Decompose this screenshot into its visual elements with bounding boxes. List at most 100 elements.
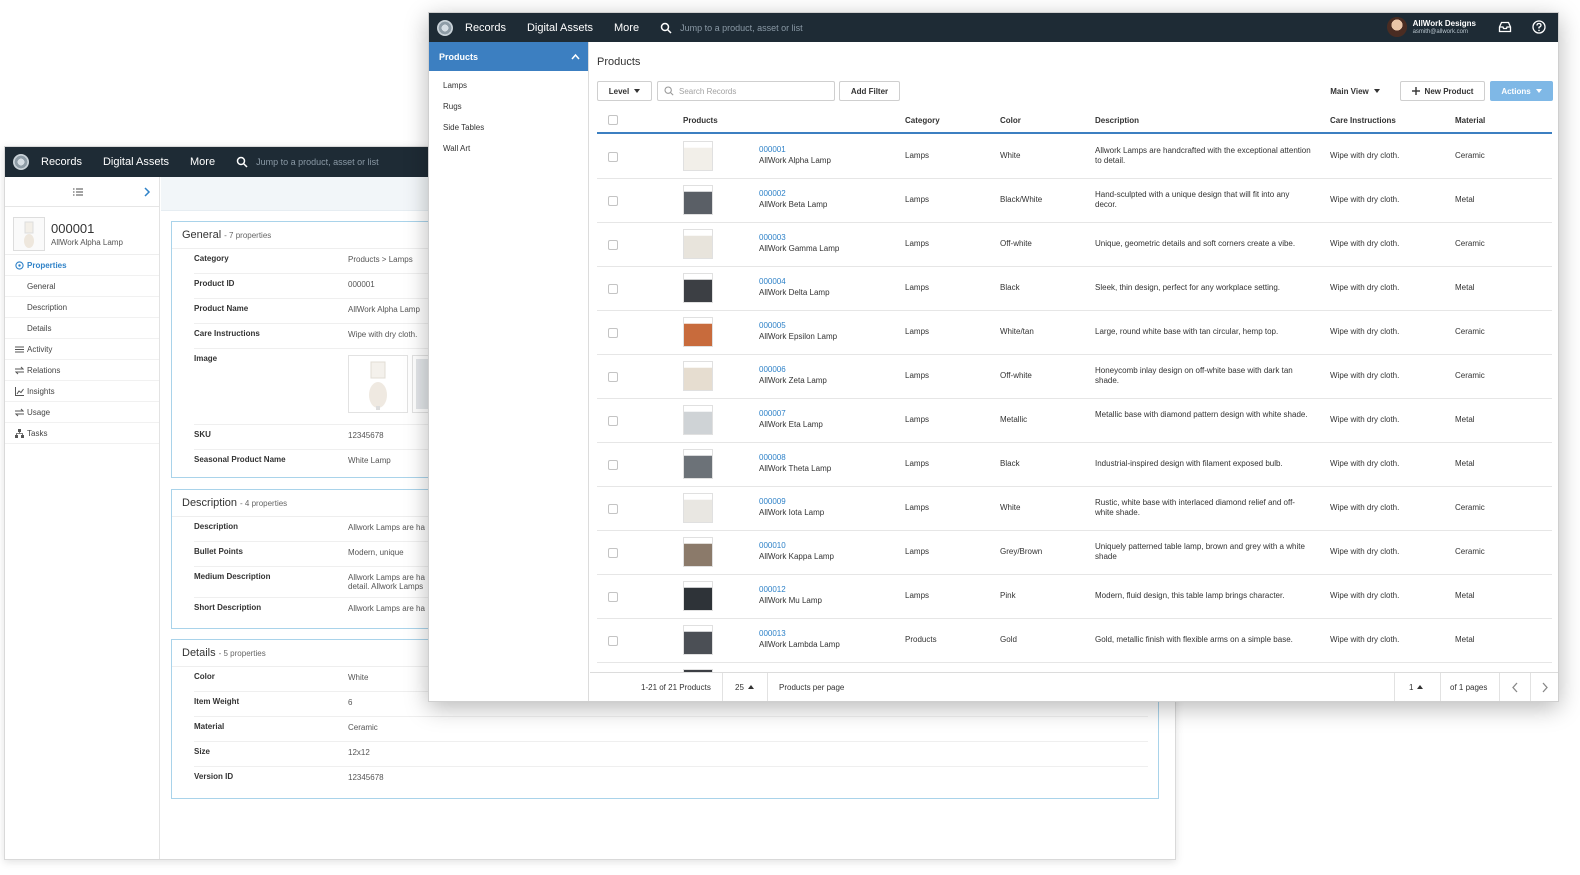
per-page-dropdown[interactable]: 25	[735, 673, 754, 701]
product-id-link[interactable]: 000003	[759, 233, 786, 242]
new-product-button[interactable]: New Product	[1400, 81, 1485, 101]
nav-activity[interactable]: Activity	[5, 339, 159, 360]
select-all-checkbox[interactable]	[608, 115, 618, 125]
row-checkbox[interactable]	[608, 372, 618, 382]
prop-value[interactable]: 12345678	[348, 773, 384, 782]
actions-dropdown[interactable]: Actions	[1490, 81, 1553, 101]
row-checkbox[interactable]	[608, 152, 618, 162]
logo-icon[interactable]	[437, 19, 453, 36]
sidebar-item-rugs[interactable]: Rugs	[429, 96, 588, 117]
row-checkbox[interactable]	[608, 548, 618, 558]
prop-value[interactable]: AllWork Alpha Lamp	[348, 305, 420, 314]
product-image[interactable]	[348, 355, 408, 413]
table-row[interactable]: 000007 AllWork Eta Lamp Lamps Metallic Metal…	[597, 399, 1552, 443]
product-id-link[interactable]: 000004	[759, 277, 786, 286]
product-id-link[interactable]: 000008	[759, 453, 786, 462]
table-row[interactable]: 000001 AllWork Alpha Lamp Lamps White Allwor…	[597, 135, 1552, 179]
product-id-link[interactable]: 000007	[759, 409, 786, 418]
nav-properties[interactable]: Properties	[5, 255, 159, 276]
product-thumbnail[interactable]	[683, 405, 713, 435]
col-category[interactable]: Category	[905, 116, 940, 125]
prop-value[interactable]: Allwork Lamps are ha	[348, 573, 425, 582]
prop-value[interactable]: 12x12	[348, 748, 370, 757]
table-row[interactable]: 000010 AllWork Kappa Lamp Lamps Grey/Brown U…	[597, 531, 1552, 575]
product-thumbnail[interactable]	[683, 141, 713, 171]
chevron-right-icon[interactable]	[1541, 682, 1549, 693]
nav-general[interactable]: General	[5, 276, 159, 297]
prop-value[interactable]: Ceramic	[348, 723, 378, 732]
chevron-right-icon[interactable]	[143, 187, 151, 197]
table-row[interactable]: 000012 AllWork Mu Lamp Lamps Pink Modern, fl…	[597, 575, 1552, 619]
nav-relations[interactable]: Relations	[5, 360, 159, 381]
nav-digital-assets[interactable]: Digital Assets	[103, 156, 169, 168]
prop-value[interactable]: White Lamp	[348, 456, 391, 465]
product-id-link[interactable]: 000013	[759, 629, 786, 638]
search-icon[interactable]	[236, 156, 248, 168]
product-thumbnail[interactable]	[683, 581, 713, 611]
user-menu[interactable]: AllWork Designs asmith@allwork.com	[1386, 17, 1476, 37]
nav-usage[interactable]: Usage	[5, 402, 159, 423]
chevron-up-icon[interactable]	[571, 53, 580, 60]
col-material[interactable]: Material	[1455, 116, 1485, 125]
row-checkbox[interactable]	[608, 196, 618, 206]
page-dropdown[interactable]: 1	[1409, 673, 1424, 701]
help-icon[interactable]	[1532, 20, 1546, 34]
nav-details[interactable]: Details	[5, 318, 159, 339]
prop-value-line2[interactable]: detail. Allwork Lamps	[348, 582, 423, 591]
row-checkbox[interactable]	[608, 240, 618, 250]
nav-more[interactable]: More	[190, 156, 215, 168]
prop-value[interactable]: Wipe with dry cloth.	[348, 330, 417, 339]
prop-value[interactable]: Allwork Lamps are ha	[348, 523, 425, 532]
main-view-dropdown[interactable]: Main View	[1324, 81, 1386, 101]
col-description[interactable]: Description	[1095, 116, 1139, 125]
product-thumbnail[interactable]	[683, 625, 713, 655]
nav-more[interactable]: More	[614, 22, 639, 34]
product-thumbnail[interactable]	[683, 273, 713, 303]
product-id-link[interactable]: 000012	[759, 585, 786, 594]
product-thumbnail[interactable]	[683, 317, 713, 347]
prop-value[interactable]: 000001	[348, 280, 375, 289]
prop-value[interactable]: Products > Lamps	[348, 255, 413, 264]
search-icon[interactable]	[660, 22, 672, 34]
product-thumbnail[interactable]	[683, 449, 713, 479]
table-row[interactable]: 000003 AllWork Gamma Lamp Lamps Off-white Un…	[597, 223, 1552, 267]
global-search-input[interactable]: Jump to a product, asset or list	[680, 23, 803, 33]
table-row[interactable]: 000004 AllWork Delta Lamp Lamps Black Sleek,…	[597, 267, 1552, 311]
table-row[interactable]: 000013 AllWork Lambda Lamp Products Gold Gol…	[597, 619, 1552, 663]
nav-insights[interactable]: Insights	[5, 381, 159, 402]
nav-digital-assets[interactable]: Digital Assets	[527, 22, 593, 34]
nav-records[interactable]: Records	[41, 156, 82, 168]
record-search[interactable]	[657, 81, 835, 101]
prop-value[interactable]: 6	[348, 698, 352, 707]
product-id-link[interactable]: 000006	[759, 365, 786, 374]
col-care-instructions[interactable]: Care Instructions	[1330, 116, 1396, 125]
product-thumbnail[interactable]	[683, 229, 713, 259]
sidebar-item-side-tables[interactable]: Side Tables	[429, 117, 588, 138]
product-id-link[interactable]: 000009	[759, 497, 786, 506]
sidebar-header-products[interactable]: Products	[429, 42, 588, 71]
row-checkbox[interactable]	[608, 460, 618, 470]
nav-records[interactable]: Records	[465, 22, 506, 34]
table-row[interactable]: 000009 AllWork Iota Lamp Lamps White Rustic,…	[597, 487, 1552, 531]
nav-tasks[interactable]: Tasks	[5, 423, 159, 444]
add-filter-button[interactable]: Add Filter	[839, 81, 900, 101]
row-checkbox[interactable]	[608, 592, 618, 602]
sidebar-item-lamps[interactable]: Lamps	[429, 75, 588, 96]
level-dropdown[interactable]: Level	[597, 81, 652, 101]
avatar[interactable]	[1386, 17, 1407, 37]
row-checkbox[interactable]	[608, 636, 618, 646]
table-row[interactable]: 000008 AllWork Theta Lamp Lamps Black Indust…	[597, 443, 1552, 487]
table-row[interactable]: 000006 AllWork Zeta Lamp Lamps Off-white Hon…	[597, 355, 1552, 399]
row-checkbox[interactable]	[608, 504, 618, 514]
row-checkbox[interactable]	[608, 328, 618, 338]
product-id-link[interactable]: 000005	[759, 321, 786, 330]
row-checkbox[interactable]	[608, 284, 618, 294]
inbox-icon[interactable]	[1498, 20, 1512, 34]
sidebar-item-wall-art[interactable]: Wall Art	[429, 138, 588, 159]
prop-value[interactable]: White	[348, 673, 368, 682]
prop-value[interactable]: Allwork Lamps are ha	[348, 604, 425, 613]
product-id-link[interactable]: 000001	[759, 145, 786, 154]
search-records-input[interactable]	[679, 86, 829, 96]
table-row[interactable]: 000005 AllWork Epsilon Lamp Lamps White/tan…	[597, 311, 1552, 355]
global-search-input[interactable]: Jump to a product, asset or list	[256, 157, 379, 167]
